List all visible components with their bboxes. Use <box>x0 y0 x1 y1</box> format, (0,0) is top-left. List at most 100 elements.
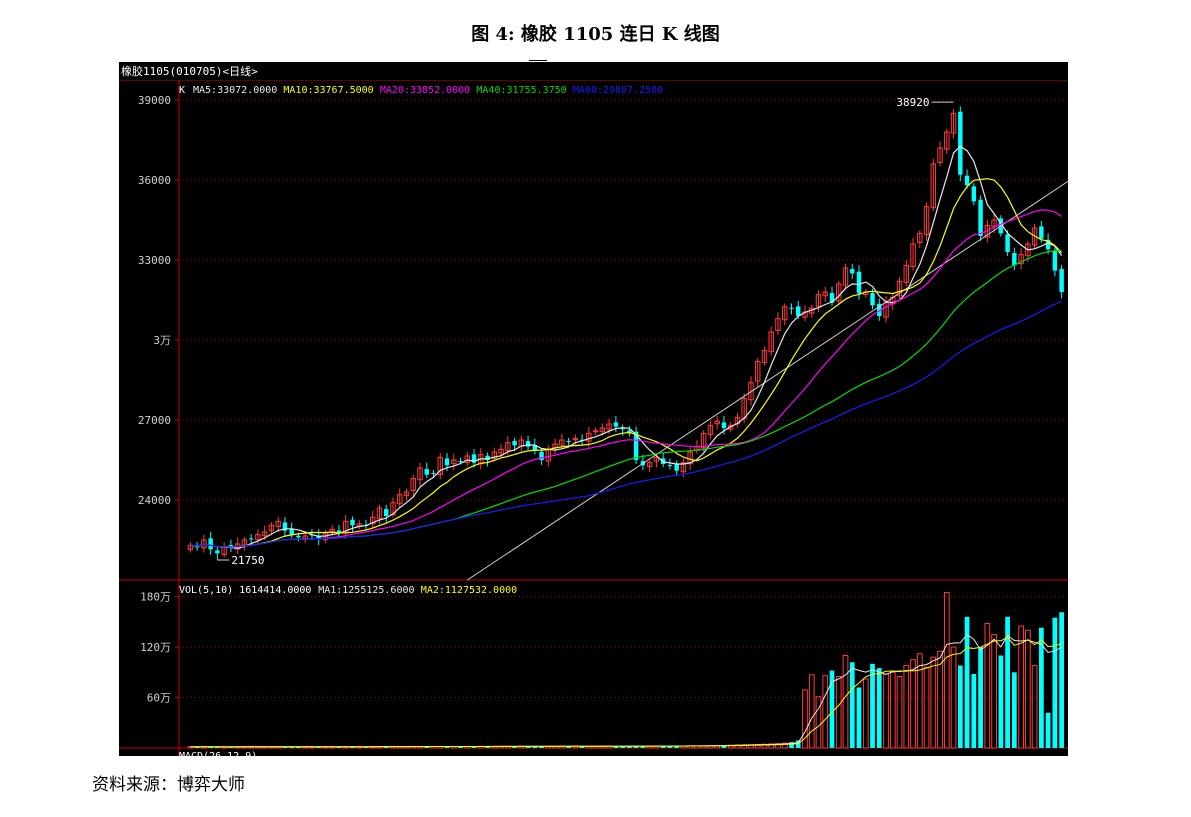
volume-tick-label: 120万 <box>140 641 171 654</box>
figure-title: 图 4: 橡胶 1105 连日 K 线图 <box>471 24 720 45</box>
price-tick-label: 36000 <box>138 174 171 187</box>
volume-bar-down <box>1059 612 1064 748</box>
source-note: 资料来源：博弈大师 <box>92 775 245 795</box>
volume-bar-up <box>1024 629 1031 749</box>
candle-body-down <box>964 175 970 186</box>
candle-body-down <box>208 538 213 550</box>
ma-line-ma20 <box>190 209 1062 548</box>
volume-bar-up <box>1031 665 1038 749</box>
volume-bar-up <box>815 696 822 749</box>
legend-ma60: MA60:29807.2500 <box>573 85 663 96</box>
volume-bar-down <box>856 687 862 748</box>
volume-bar-up <box>842 654 849 749</box>
candle-body-down <box>444 458 450 466</box>
volume-tick-label: 180万 <box>140 591 171 604</box>
legend-ma10: MA10:33767.5000 <box>283 85 373 96</box>
candle-body-down <box>424 469 429 475</box>
price-panel-label: K <box>179 85 185 96</box>
header-bar <box>119 62 1068 80</box>
candles <box>187 106 1064 560</box>
candle-body-down <box>431 473 436 475</box>
volume-bar-up <box>822 675 829 749</box>
candle-body-down <box>850 269 855 274</box>
candle-body-down <box>512 441 517 446</box>
volume-bar-up <box>910 659 916 749</box>
candle-body-down <box>384 509 389 516</box>
volume-bar-down <box>957 665 963 748</box>
candle-body-down <box>525 441 531 447</box>
volume-bar-up <box>923 666 930 749</box>
candle-body-down <box>1039 226 1044 239</box>
volume-bar-down <box>870 663 875 748</box>
volume-tick-label: 60万 <box>147 692 171 705</box>
volume-bars <box>187 591 1064 749</box>
price-tick-label: 39000 <box>138 94 171 107</box>
volume-bar-up <box>889 671 896 749</box>
volume-bar-down <box>978 647 983 748</box>
candle-body-down <box>978 199 983 236</box>
volume-bar-down <box>1011 672 1017 748</box>
legend-ma20: MA20:33852.0000 <box>380 85 470 96</box>
volume-bar-down <box>1052 617 1058 748</box>
kline-chart-panel[interactable]: 橡胶1105(010705)<日线> K MA5:33072.0000 MA10:33… <box>119 62 1068 756</box>
volume-bar-up <box>896 676 903 749</box>
candle-body-down <box>289 529 294 535</box>
volume-bar-up <box>883 673 889 749</box>
volume-bar-down <box>998 655 1004 748</box>
candle-body-down <box>336 530 342 532</box>
labels-layer: 橡胶1105(010705)<日线> K MA5:33072.0000 MA10:33… <box>119 62 1068 756</box>
price-tick-label: 27000 <box>138 414 171 427</box>
candle-body-down <box>296 535 301 538</box>
candle-body-down <box>674 463 679 471</box>
candle-body-down <box>795 306 801 316</box>
volume-bar-up <box>835 676 842 749</box>
volume-bar-down <box>971 673 977 748</box>
candle-body-down <box>971 186 977 202</box>
symbol-header: 橡胶1105(010705)<日线> <box>121 64 258 78</box>
candle-body-down <box>248 538 254 540</box>
candle-body-down <box>1012 253 1017 266</box>
volume-bar-down <box>1045 712 1051 748</box>
candle-body-down <box>721 422 727 428</box>
candle-body-down <box>1052 250 1058 271</box>
trend-line <box>467 180 1068 581</box>
candle-body-down <box>566 441 571 443</box>
candle-body-down <box>1059 269 1064 292</box>
low-price-label: 21750 <box>231 554 264 567</box>
vol-legend-ma5: MA1:1255125.6000 <box>318 585 414 596</box>
volume-bar-up <box>930 656 937 749</box>
volume-bar-down <box>849 662 855 748</box>
candle-body-down <box>870 293 875 306</box>
candle-body-down <box>458 461 463 463</box>
volume-bar-up <box>808 674 815 749</box>
legend-ma40: MA40:31755.3750 <box>476 85 566 96</box>
price-tick-label: 24000 <box>138 494 171 507</box>
candle-body-down <box>789 307 794 309</box>
vol-legend-ma10: MA2:1127532.0000 <box>421 585 517 596</box>
price-tick-label: 3万 <box>153 334 171 347</box>
volume-bar-up <box>943 591 950 749</box>
volume-bar-down <box>876 668 882 748</box>
axes-layer <box>119 79 1068 756</box>
grid-layer <box>179 99 1065 699</box>
legend-ma5: MA5:33072.0000 <box>193 85 277 96</box>
vol-legend-text: VOL(5,10) 1614414.0000 <box>179 585 311 596</box>
volume-bar-up <box>1018 625 1024 749</box>
candle-body-down <box>215 550 220 554</box>
volume-bar-up <box>903 665 910 749</box>
candle-body-down <box>958 111 963 175</box>
candle-body-down <box>613 422 619 427</box>
candle-body-down <box>856 271 862 294</box>
moving-average-lines <box>190 145 1068 748</box>
ma-line-ma40 <box>190 249 1062 548</box>
candle-body-down <box>350 519 355 526</box>
macd-label: MACD(26,12,9) <box>179 751 257 756</box>
title-underline <box>529 60 547 61</box>
volume-bar-up <box>991 633 997 749</box>
candle-body-down <box>1005 234 1010 252</box>
ma-line-ma10 <box>190 178 1063 548</box>
candle-body-down <box>667 465 673 467</box>
volume-bar-up <box>862 678 869 749</box>
high-price-label: 38920 <box>896 96 929 109</box>
kline-chart-svg: 橡胶1105(010705)<日线> K MA5:33072.0000 MA10:33… <box>119 62 1068 756</box>
